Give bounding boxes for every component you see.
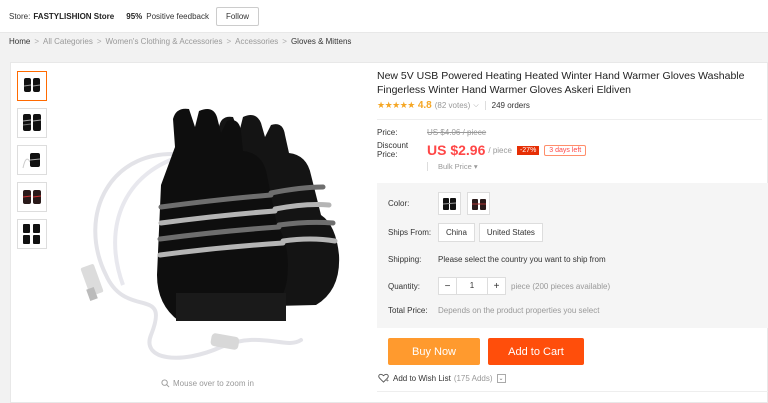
ships-from-label: Ships From:	[388, 228, 432, 237]
add-to-cart-button[interactable]: Add to Cart	[488, 338, 584, 365]
follow-button[interactable]: Follow	[215, 6, 260, 26]
total-price-row: Total Price: Depends on the product prop…	[388, 306, 599, 315]
thumbnail-5[interactable]	[17, 219, 47, 249]
product-card: Mouse over to zoom in New 5V USB Powered…	[10, 62, 768, 403]
ships-from-united-states[interactable]: United States	[478, 223, 543, 242]
price-label: Price:	[377, 128, 398, 137]
color-row: Color:	[388, 192, 496, 215]
breadcrumb-separator: >	[96, 37, 102, 46]
per-piece-label: / piece	[488, 145, 512, 155]
zoom-hint: Mouse over to zoom in	[161, 379, 254, 388]
add-to-wish-list-link[interactable]: Add to Wish List	[393, 374, 451, 383]
buy-now-button[interactable]: Buy Now	[388, 338, 480, 365]
shipping-row: Shipping: Please select the country you …	[388, 255, 606, 264]
original-price: US $4.06 / piece	[427, 128, 487, 137]
svg-text:+: +	[386, 378, 389, 383]
breadcrumb-accessories[interactable]: Accessories	[235, 37, 278, 46]
quantity-note: piece (200 pieces available)	[511, 281, 611, 291]
product-info: New 5V USB Powered Heating Heated Winter…	[377, 69, 762, 171]
thumbnail-list	[17, 71, 47, 256]
wish-count: (175 Adds)	[453, 373, 493, 383]
chevron-down-icon[interactable]: ⌄	[496, 373, 506, 383]
bulk-price-dropdown[interactable]: Bulk Price ▾	[427, 162, 478, 171]
color-label: Color:	[388, 199, 410, 208]
ships-from-china[interactable]: China	[438, 223, 475, 242]
breadcrumb-separator: >	[34, 37, 40, 46]
store-bar: Store: FASTYLISHION Store 95% Positive f…	[0, 0, 768, 33]
product-title: New 5V USB Powered Heating Heated Winter…	[377, 70, 745, 96]
thumbnail-4[interactable]	[17, 182, 47, 212]
breadcrumb-home[interactable]: Home	[9, 37, 30, 46]
breadcrumb-all-categories[interactable]: All Categories	[43, 37, 93, 46]
heart-icon[interactable]: +	[378, 373, 389, 383]
quantity-increment-button[interactable]: +	[488, 281, 505, 292]
magnifier-icon	[161, 379, 170, 388]
shipping-text: Please select the country you want to sh…	[438, 255, 606, 264]
star-rating-icon: ★★★★★	[377, 100, 415, 110]
shipping-label: Shipping:	[388, 255, 422, 264]
days-left-badge: 3 days left	[544, 144, 587, 156]
rating-value: 4.8	[417, 100, 432, 111]
color-swatch-2[interactable]	[467, 192, 490, 215]
orders-count: 249 orders	[491, 101, 530, 110]
votes-link[interactable]: (82 votes)	[435, 101, 471, 110]
price-block: Price: US $4.06 / piece Discount Price: …	[377, 119, 762, 171]
breadcrumb-current: Gloves & Mittens	[290, 37, 352, 46]
thumbnail-1[interactable]	[17, 71, 47, 101]
total-price-text: Depends on the product properties you se…	[438, 306, 600, 315]
rating-row: ★★★★★ 4.8 (82 votes) ⌵ 249 orders	[377, 100, 762, 111]
store-label: Store:	[9, 11, 31, 21]
quantity-row: Quantity: − 1 + piece (200 pieces availa…	[388, 277, 610, 295]
breadcrumb-separator: >	[282, 37, 287, 46]
thumbnail-3[interactable]	[17, 145, 47, 175]
quantity-stepper: − 1 +	[438, 277, 506, 295]
feedback-percent: 95%	[126, 11, 143, 21]
discount-badge: -27%	[516, 145, 540, 155]
quantity-decrement-button[interactable]: −	[439, 281, 456, 292]
store-name-link[interactable]: FASTYLISHION Store	[33, 12, 114, 21]
thumbnail-2[interactable]	[17, 108, 47, 138]
feedback-label: Positive feedback	[146, 11, 209, 21]
wish-list-row: + Add to Wish List (175 Adds) ⌄	[378, 373, 506, 383]
breadcrumb: Home > All Categories > Women's Clothing…	[9, 37, 351, 46]
zoom-hint-text: Mouse over to zoom in	[173, 379, 254, 388]
chevron-down-icon[interactable]: ⌵	[473, 102, 478, 110]
divider	[484, 101, 486, 110]
ships-from-row: Ships From: China United States	[388, 223, 547, 242]
quantity-label: Quantity:	[388, 281, 421, 291]
action-buttons: Buy Now Add to Cart	[388, 338, 584, 365]
options-panel: Color: Ships From: China United States S…	[377, 183, 768, 328]
color-swatch-1[interactable]	[438, 192, 461, 215]
divider	[377, 391, 768, 392]
discount-price: US $2.96	[427, 142, 486, 158]
breadcrumb-separator: >	[226, 37, 232, 46]
breadcrumb-womens-clothing[interactable]: Women's Clothing & Accessories	[106, 37, 223, 46]
main-product-image[interactable]	[71, 75, 361, 375]
total-price-label: Total Price:	[388, 306, 428, 315]
quantity-input[interactable]: 1	[456, 278, 488, 294]
discount-price-label: Discount Price:	[377, 141, 409, 159]
